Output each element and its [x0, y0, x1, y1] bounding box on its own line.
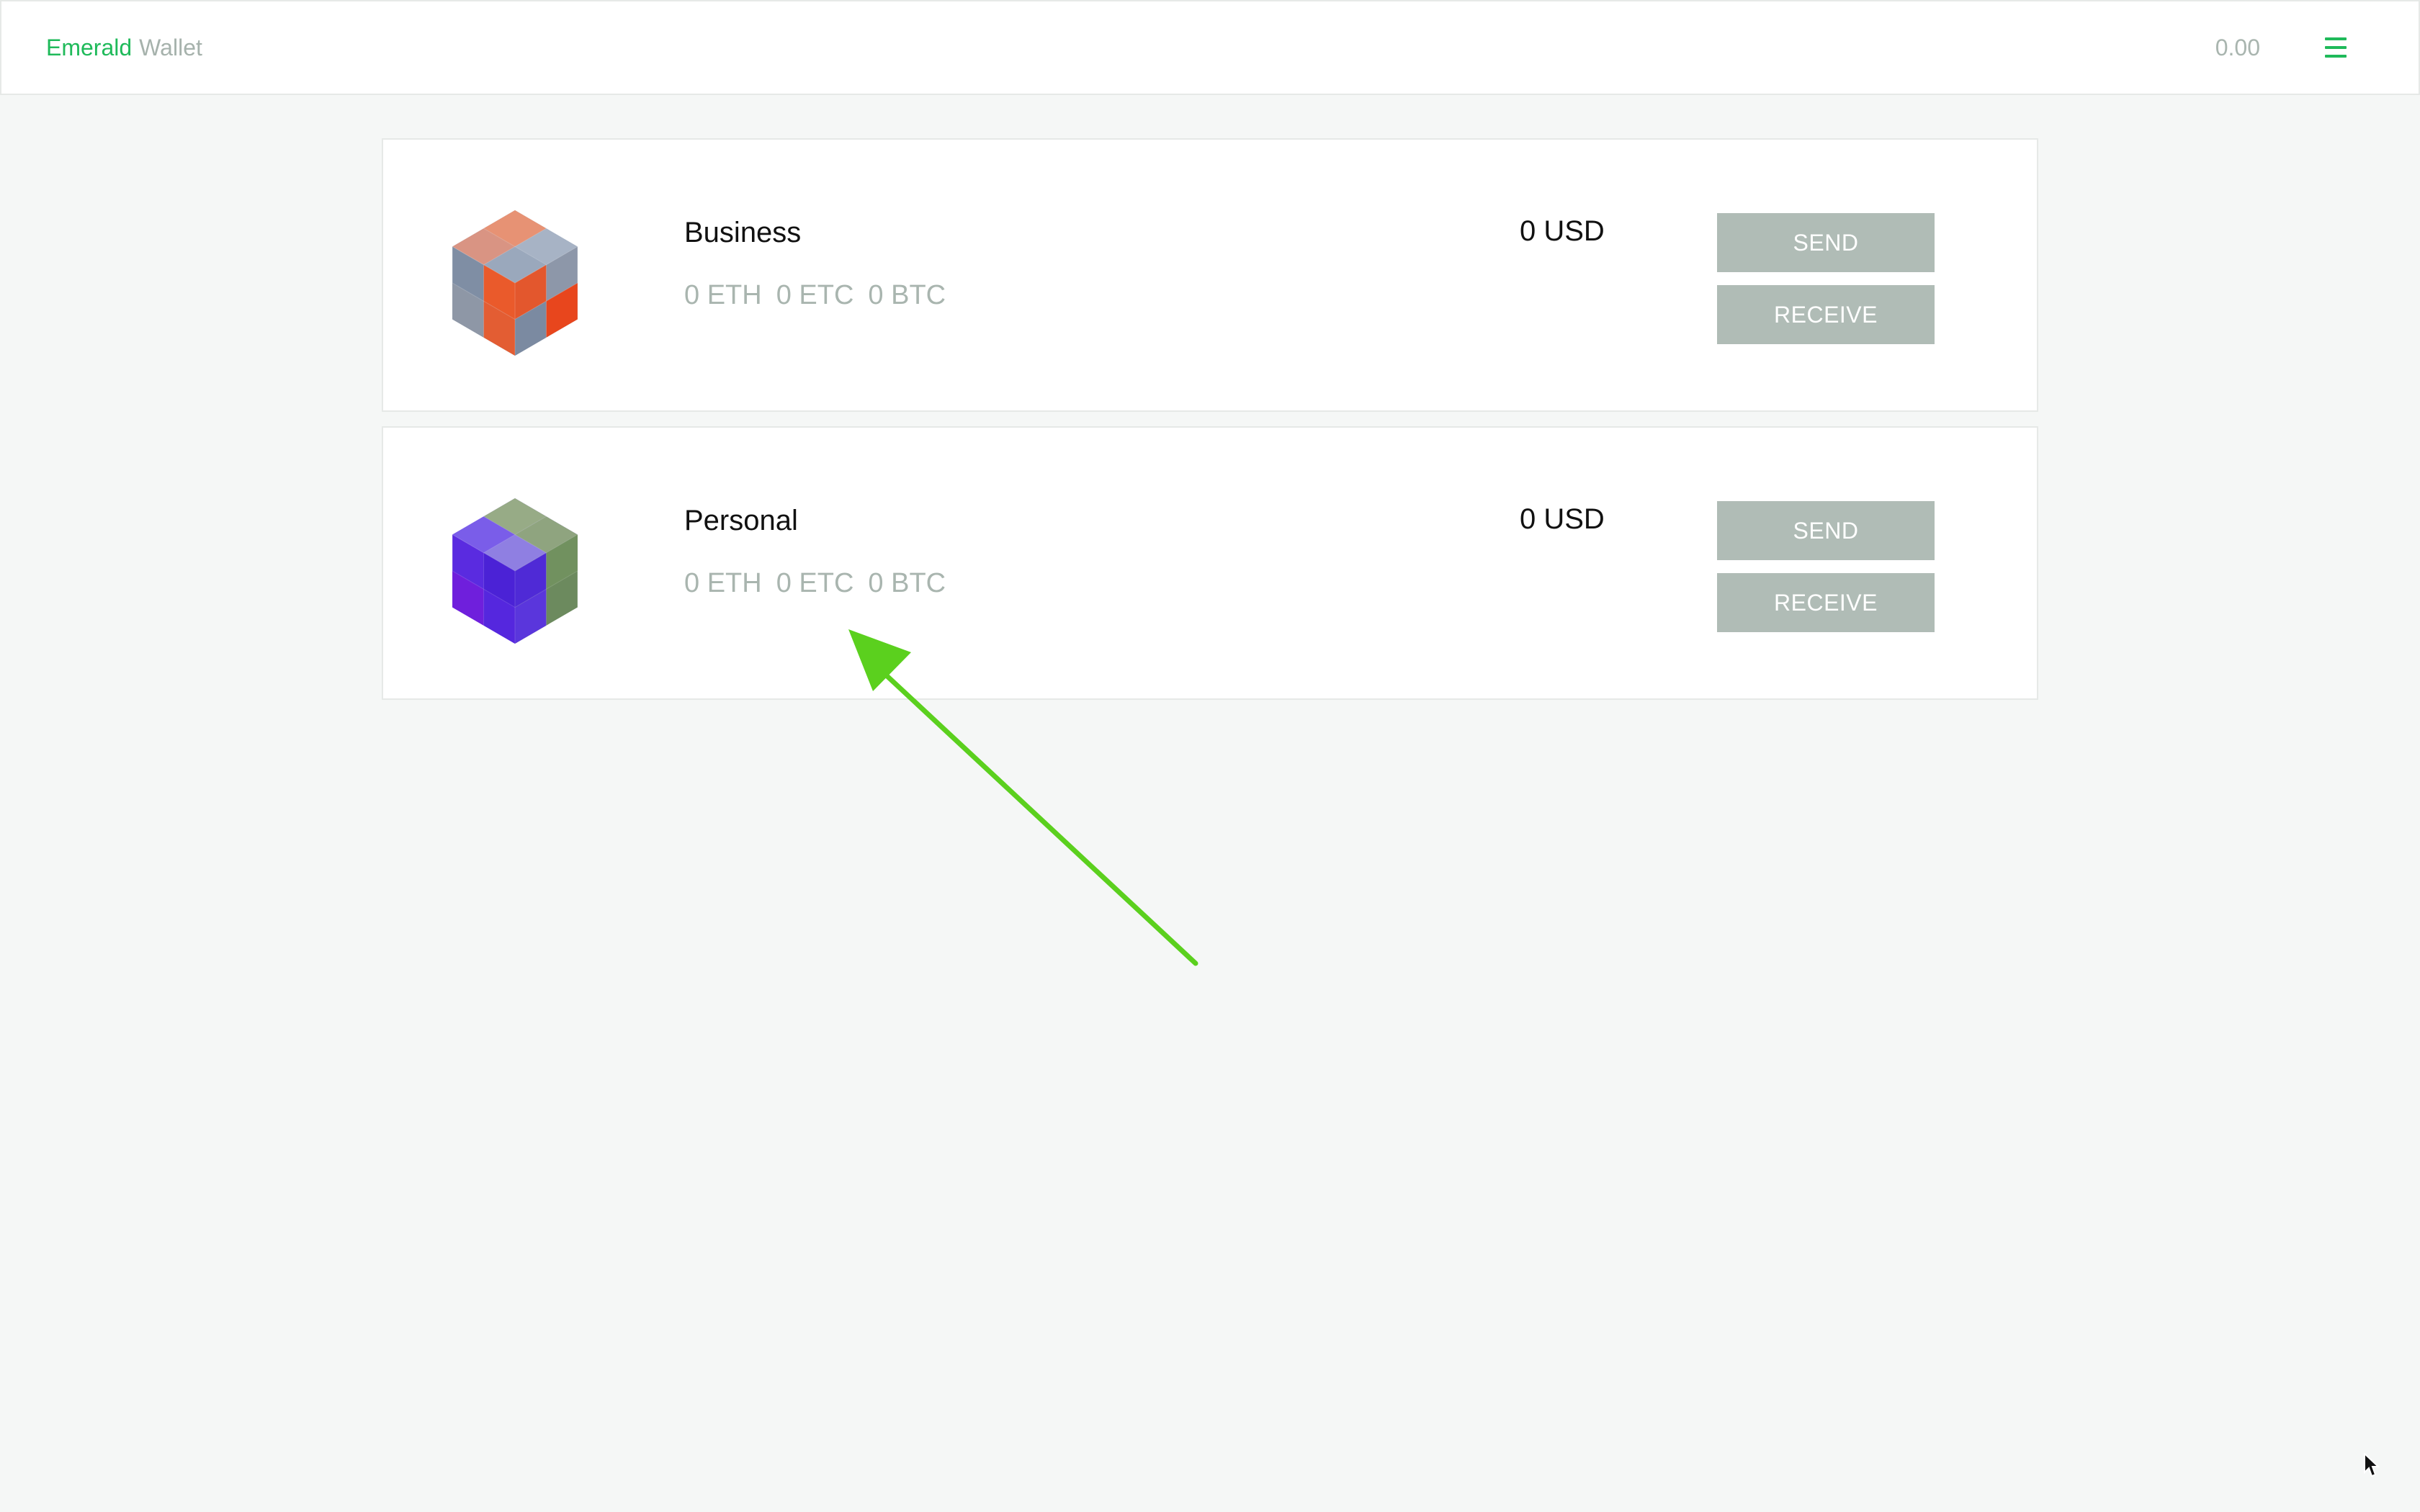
- account-name[interactable]: Business: [684, 215, 801, 251]
- account-fiat-total: 0 USD: [1520, 215, 1605, 247]
- brand-secondary-text: Wallet: [139, 35, 202, 60]
- header-total-balance: 0.00: [2215, 35, 2260, 60]
- account-identicon-icon: [452, 498, 578, 644]
- receive-button[interactable]: RECEIVE: [1717, 285, 1935, 344]
- account-balances: 0 ETH 0 ETC 0 BTC: [684, 567, 946, 600]
- app-logo[interactable]: Emerald Wallet: [46, 33, 202, 62]
- btc-balance: 0 BTC: [868, 280, 946, 310]
- eth-balance: 0 ETH: [684, 280, 762, 310]
- account-card-business[interactable]: Business 0 ETH 0 ETC 0 BTC 0 USD SEND RECE…: [382, 138, 2038, 412]
- brand-primary-text: Emerald: [46, 35, 133, 60]
- account-name[interactable]: Personal: [684, 503, 798, 539]
- account-fiat-total: 0 USD: [1520, 503, 1605, 535]
- account-balances: 0 ETH 0 ETC 0 BTC: [684, 279, 946, 312]
- app-header: Emerald Wallet 0.00: [0, 0, 2420, 95]
- eth-balance: 0 ETH: [684, 568, 762, 598]
- etc-balance: 0 ETC: [776, 568, 854, 598]
- etc-balance: 0 ETC: [776, 280, 854, 310]
- send-button[interactable]: SEND: [1717, 213, 1935, 272]
- account-card-personal[interactable]: Personal 0 ETH 0 ETC 0 BTC 0 USD SEND RECE…: [382, 426, 2038, 700]
- hamburger-menu-icon[interactable]: [2325, 37, 2347, 58]
- account-identicon-icon: [452, 210, 578, 356]
- mouse-cursor-icon: [2364, 1453, 2380, 1477]
- receive-button[interactable]: RECEIVE: [1717, 573, 1935, 632]
- send-button[interactable]: SEND: [1717, 501, 1935, 560]
- btc-balance: 0 BTC: [868, 568, 946, 598]
